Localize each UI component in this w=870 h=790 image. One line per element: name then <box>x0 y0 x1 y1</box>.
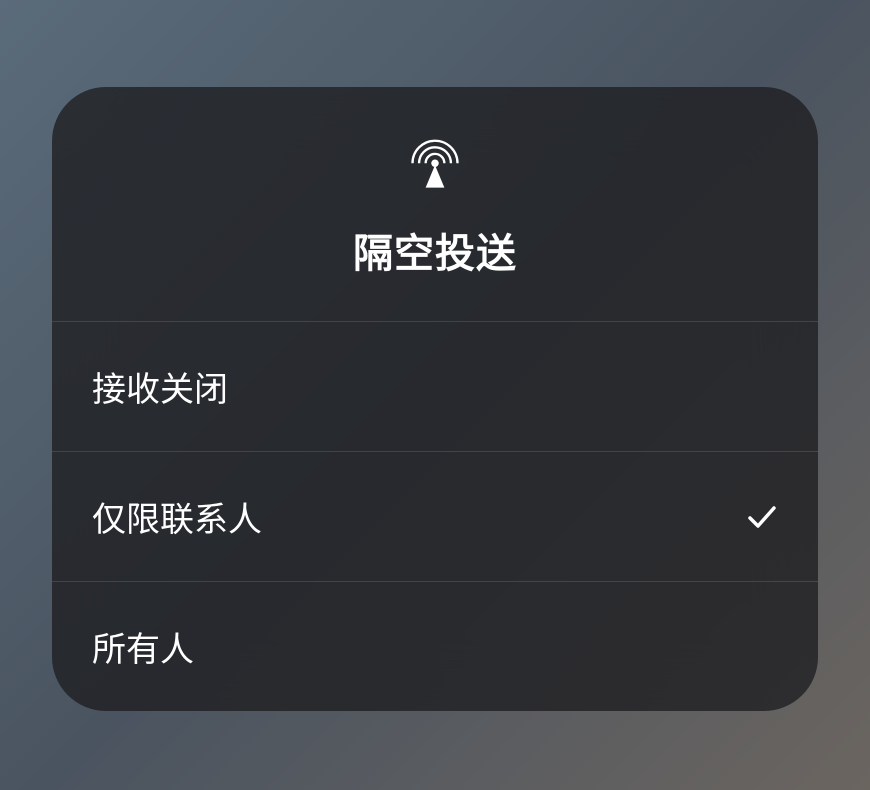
airdrop-settings-panel: 隔空投送 接收关闭 仅限联系人 所有人 <box>52 87 818 711</box>
option-receiving-off[interactable]: 接收关闭 <box>52 322 818 452</box>
option-label: 接收关闭 <box>92 362 228 411</box>
option-label: 所有人 <box>92 622 194 671</box>
option-everyone[interactable]: 所有人 <box>52 582 818 711</box>
option-contacts-only[interactable]: 仅限联系人 <box>52 452 818 582</box>
panel-title: 隔空投送 <box>353 221 517 279</box>
panel-header: 隔空投送 <box>52 87 818 322</box>
airdrop-icon <box>405 137 465 197</box>
option-label: 仅限联系人 <box>92 492 262 541</box>
checkmark-icon <box>746 501 778 533</box>
options-list: 接收关闭 仅限联系人 所有人 <box>52 322 818 711</box>
